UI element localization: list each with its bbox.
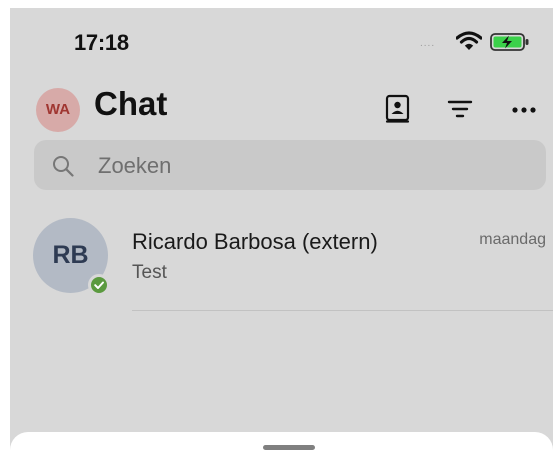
search-icon <box>53 156 74 177</box>
cellular-signal-icon: .... <box>420 38 436 49</box>
app-screen: 17:18 .... WA Chat Zoeken RB Ricardo Bar… <box>10 8 553 457</box>
status-time: 17:18 <box>74 30 129 55</box>
bottom-sheet[interactable] <box>10 432 553 457</box>
search-input[interactable]: Zoeken <box>34 140 546 190</box>
search-placeholder: Zoeken <box>98 153 172 178</box>
filter-icon[interactable] <box>447 96 473 122</box>
more-icon[interactable] <box>510 96 538 122</box>
contacts-book-icon[interactable] <box>384 94 412 124</box>
wifi-icon <box>456 31 482 50</box>
my-avatar[interactable]: WA <box>36 88 80 132</box>
row-divider <box>132 310 553 311</box>
chat-list-item[interactable]: RB Ricardo Barbosa (extern) maandag Test <box>10 208 553 318</box>
chat-timestamp: maandag <box>479 231 546 248</box>
contact-name: Ricardo Barbosa (extern) <box>132 229 378 254</box>
battery-charging-icon <box>490 33 529 51</box>
page-title: Chat <box>94 85 168 122</box>
message-preview: Test <box>132 262 167 283</box>
sheet-drag-handle[interactable] <box>263 445 315 450</box>
presence-available-icon <box>88 274 110 296</box>
